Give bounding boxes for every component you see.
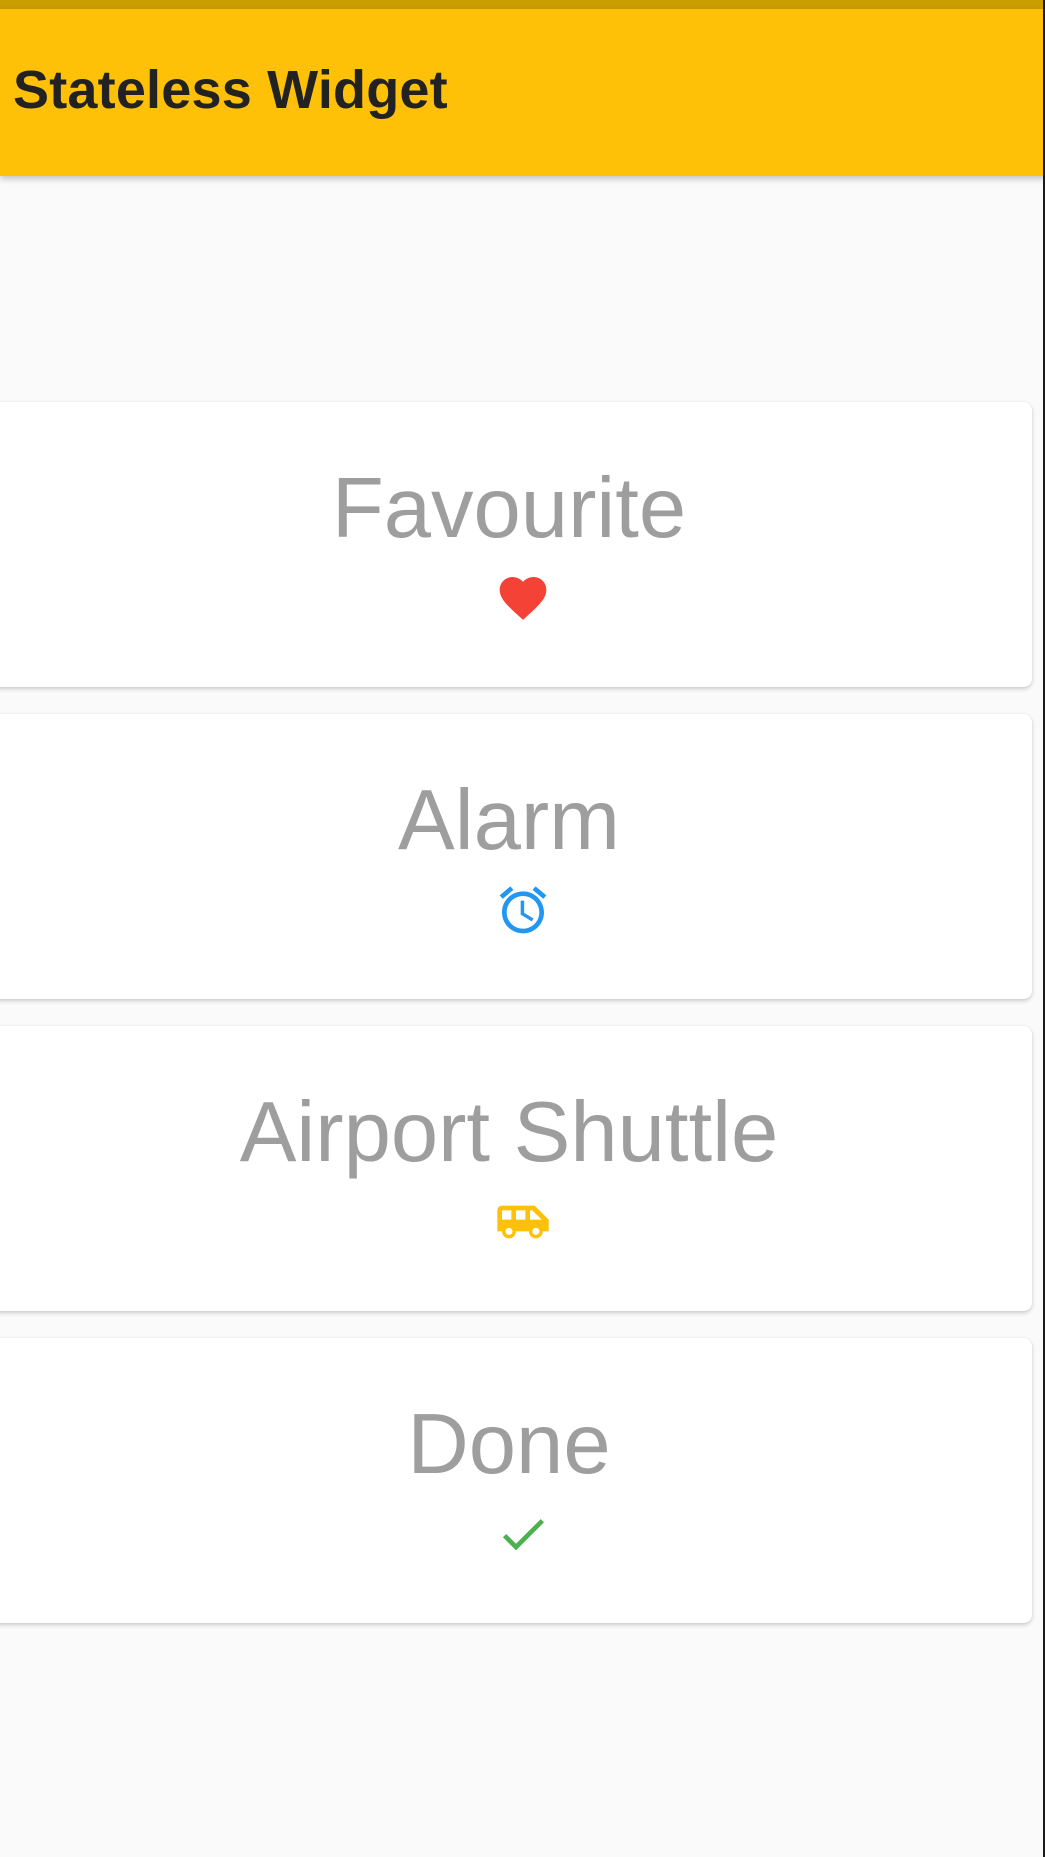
app-bar-title: Stateless Widget bbox=[13, 60, 448, 120]
card-airport-shuttle[interactable]: Airport Shuttle bbox=[0, 1026, 1032, 1311]
alarm-icon bbox=[495, 882, 551, 938]
status-bar bbox=[0, 0, 1045, 9]
card-alarm[interactable]: Alarm bbox=[0, 714, 1032, 999]
heart-icon bbox=[495, 570, 551, 626]
app-bar: Stateless Widget bbox=[0, 9, 1045, 176]
card-favourite[interactable]: Favourite bbox=[0, 402, 1032, 687]
card-label: Done bbox=[407, 1397, 611, 1492]
card-label: Favourite bbox=[331, 461, 687, 556]
airport-shuttle-icon bbox=[495, 1194, 551, 1250]
card-done[interactable]: Done bbox=[0, 1338, 1032, 1623]
card-label: Alarm bbox=[398, 773, 620, 868]
done-icon bbox=[495, 1506, 551, 1562]
card-label: Airport Shuttle bbox=[239, 1085, 779, 1180]
